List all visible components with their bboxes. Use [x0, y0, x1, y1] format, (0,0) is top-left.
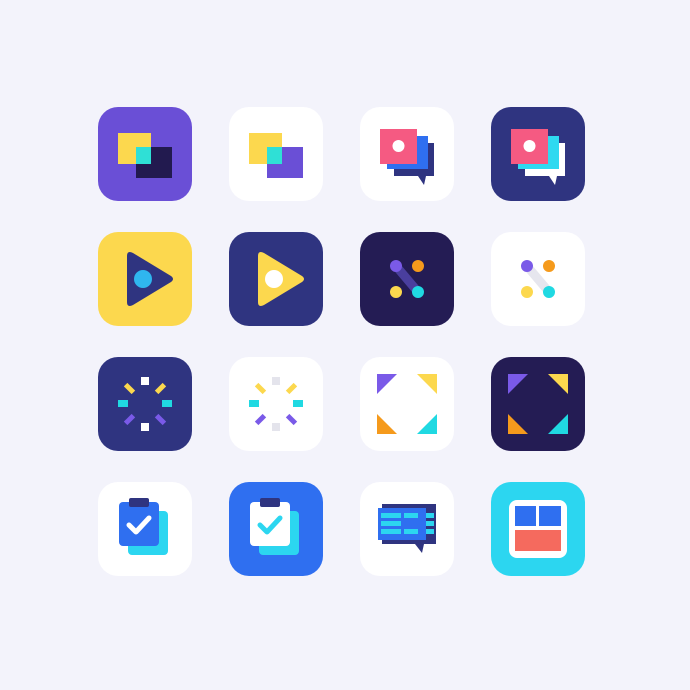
chat-menu-icon — [378, 504, 436, 553]
four-dots-link-icon — [390, 260, 424, 298]
dashboard-layout-icon — [509, 500, 567, 558]
clipboard-check-icon — [250, 498, 299, 555]
overlapping-squares-icon — [249, 133, 303, 178]
photo-chat-stack-icon — [380, 129, 434, 185]
burst-sparkle-icon — [249, 377, 303, 431]
app-tile-four-dots-dark[interactable] — [360, 232, 454, 326]
app-tile-play-navy[interactable] — [229, 232, 323, 326]
app-tile-corners-dark[interactable] — [491, 357, 585, 451]
burst-sparkle-icon — [118, 377, 172, 431]
app-tile-burst-navy[interactable] — [98, 357, 192, 451]
play-button-icon — [258, 252, 304, 306]
overlapping-squares-icon — [118, 133, 172, 178]
expand-corners-icon — [377, 374, 437, 434]
app-tile-photo-chat-white[interactable] — [360, 107, 454, 201]
expand-corners-icon — [508, 374, 568, 434]
photo-chat-stack-icon — [511, 129, 565, 185]
app-tile-corners-white[interactable] — [360, 357, 454, 451]
app-tile-photo-chat-navy[interactable] — [491, 107, 585, 201]
app-tile-overlapping-squares-white[interactable] — [229, 107, 323, 201]
app-tile-dashboard-sky[interactable] — [491, 482, 585, 576]
four-dots-link-icon — [521, 260, 555, 298]
app-tile-play-yellow[interactable] — [98, 232, 192, 326]
app-tile-burst-white[interactable] — [229, 357, 323, 451]
app-tile-clipboard-white[interactable] — [98, 482, 192, 576]
app-tile-four-dots-white[interactable] — [491, 232, 585, 326]
app-tile-chat-menu-white[interactable] — [360, 482, 454, 576]
play-button-icon — [127, 252, 173, 306]
clipboard-check-icon — [119, 498, 168, 555]
app-tile-overlapping-squares-violet[interactable] — [98, 107, 192, 201]
app-tile-clipboard-blue[interactable] — [229, 482, 323, 576]
app-icon-grid — [98, 107, 585, 576]
